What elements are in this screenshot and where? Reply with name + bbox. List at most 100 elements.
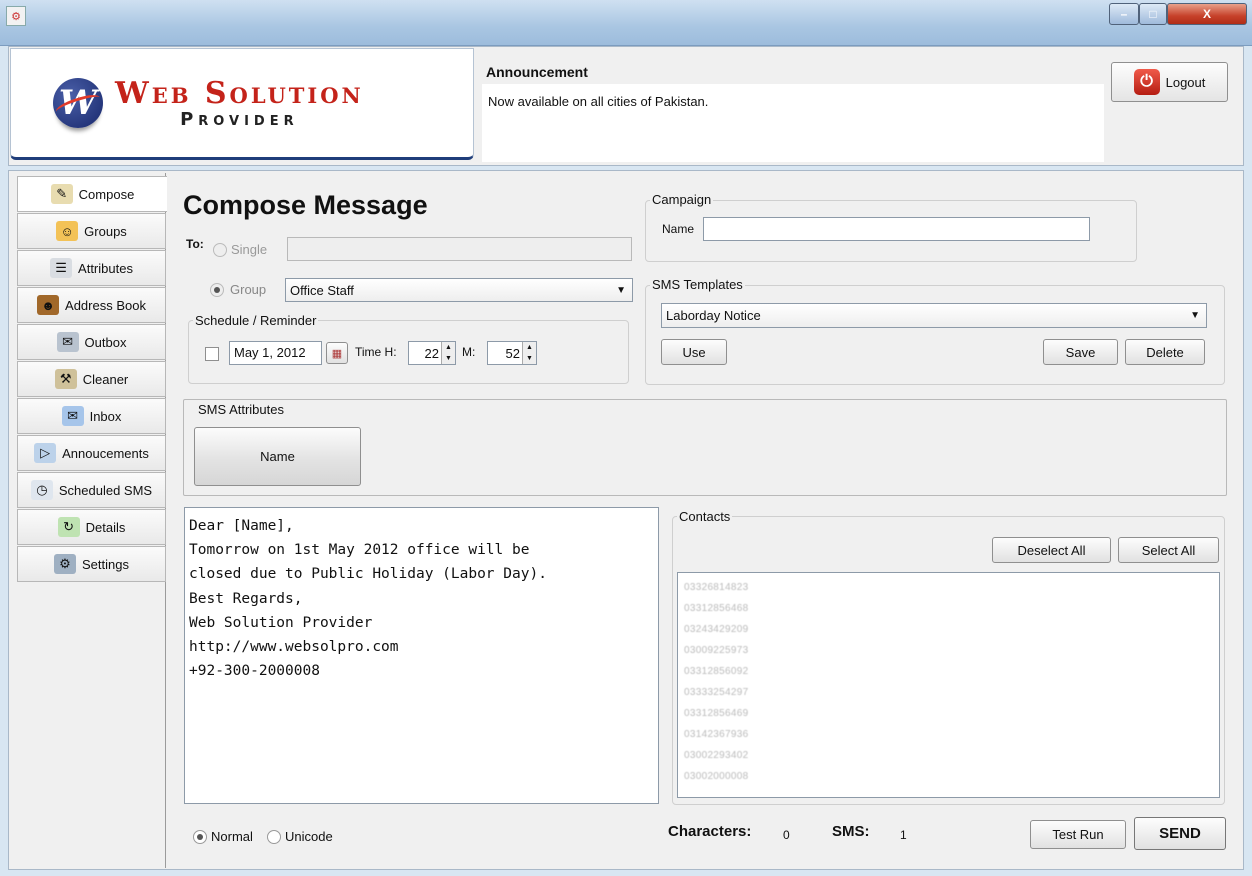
sidebar-item-groups[interactable]: ☺ Groups — [17, 213, 166, 249]
sidebar-item-label: Cleaner — [82, 371, 129, 387]
template-select[interactable]: Laborday Notice ▼ — [661, 303, 1207, 328]
save-template-button[interactable]: Save — [1043, 339, 1118, 365]
normal-label: Normal — [211, 829, 253, 844]
sidebar-item-address-book[interactable]: ☻ Address Book — [17, 287, 166, 323]
contact-item[interactable]: 03142367936 — [684, 724, 1213, 745]
close-button[interactable]: X — [1167, 3, 1247, 25]
sidebar-item-settings[interactable]: ⚙ Settings — [17, 546, 166, 582]
hour-value: 22 — [424, 345, 439, 361]
logout-button[interactable]: ⏻ Logout — [1111, 62, 1228, 102]
sidebar-item-label: Compose — [78, 186, 135, 202]
sidebar-item-outbox[interactable]: ✉ Outbox — [17, 324, 166, 360]
attributes-legend: SMS Attributes — [196, 402, 286, 417]
normal-radio[interactable]: Normal — [193, 829, 253, 844]
compose-icon: ✎ — [50, 184, 73, 204]
settings-icon: ⚙ — [54, 554, 76, 574]
hour-spinner[interactable]: 22 ▲ ▼ — [408, 341, 456, 365]
maximize-button[interactable]: □ — [1139, 3, 1167, 25]
app-icon[interactable]: ⚙ — [6, 6, 26, 26]
sidebar-item-label: Address Book — [65, 297, 146, 313]
minimize-button[interactable]: – — [1109, 3, 1139, 25]
company-logo: W Web Solution Provider — [10, 48, 474, 160]
unicode-label: Unicode — [285, 829, 333, 844]
cleaner-icon: ⚒ — [54, 369, 77, 389]
contacts-list[interactable]: 03326814823 03312856468 03243429209 0300922… — [677, 572, 1220, 798]
sidebar-item-label: Settings — [82, 556, 129, 572]
contacts-legend: Contacts — [677, 509, 733, 524]
sidebar-item-label: Scheduled SMS — [58, 482, 153, 498]
sidebar-item-details[interactable]: ↻ Details — [17, 509, 166, 545]
schedule-checkbox[interactable] — [205, 347, 219, 361]
spinner-arrows-icon[interactable]: ▲ ▼ — [441, 342, 455, 364]
sidebar-item-scheduled-sms[interactable]: ◷ Scheduled SMS — [17, 472, 166, 508]
sidebar-item-inbox[interactable]: ✉ Inbox — [17, 398, 166, 434]
sidebar-item-annoucements[interactable]: ▷ Annoucements — [17, 435, 166, 471]
contact-item[interactable]: 03009225973 — [684, 640, 1213, 661]
message-textarea[interactable]: Dear [Name], Tomorrow on 1st May 2012 of… — [184, 507, 659, 804]
delete-template-button[interactable]: Delete — [1125, 339, 1205, 365]
minute-value: 52 — [505, 345, 520, 361]
group-select-value: Office Staff — [290, 282, 354, 298]
power-icon: ⏻ — [1133, 69, 1160, 95]
logo-mark-icon: W — [53, 78, 103, 128]
normal-radio-circle — [193, 829, 207, 844]
logo-line-2: Provider — [180, 109, 299, 130]
name-attribute-button[interactable]: Name — [194, 427, 361, 486]
chevron-down-icon: ▼ — [616, 284, 626, 296]
schedule-date-input[interactable]: May 1, 2012 — [229, 341, 322, 365]
outbox-icon: ✉ — [56, 332, 79, 352]
time-hour-label: Time H: — [355, 345, 397, 359]
announcement-title: Announcement — [486, 64, 588, 80]
chevron-down-icon: ▼ — [1190, 310, 1200, 321]
sidebar-item-label: Annoucements — [62, 445, 149, 461]
single-recipient-input[interactable] — [287, 237, 632, 261]
clock-icon: ◷ — [30, 480, 53, 500]
single-radio[interactable]: Single — [213, 242, 267, 257]
templates-group — [645, 285, 1225, 385]
to-label: To: — [186, 237, 204, 251]
contact-item[interactable]: 03312856468 — [684, 598, 1213, 619]
group-radio-circle — [210, 282, 224, 297]
group-radio[interactable]: Group — [210, 282, 266, 297]
sidebar-item-attributes[interactable]: ☰ Attributes — [17, 250, 166, 286]
contact-item[interactable]: 03243429209 — [684, 619, 1213, 640]
details-icon: ↻ — [57, 517, 80, 537]
single-radio-circle — [213, 242, 227, 257]
announcement-text: Now available on all cities of Pakistan. — [488, 94, 709, 109]
contact-item[interactable]: 03312856092 — [684, 661, 1213, 682]
contact-item[interactable]: 03002293402 — [684, 745, 1213, 766]
sidebar-item-compose[interactable]: ✎ Compose — [17, 176, 167, 212]
window-titlebar[interactable] — [0, 0, 1252, 46]
time-minute-label: M: — [462, 345, 476, 359]
address-book-icon: ☻ — [37, 295, 60, 315]
sidebar-item-label: Outbox — [84, 334, 127, 350]
sidebar-item-cleaner[interactable]: ⚒ Cleaner — [17, 361, 166, 397]
unicode-radio[interactable]: Unicode — [267, 829, 333, 844]
announcements-icon: ▷ — [34, 443, 57, 463]
deselect-all-button[interactable]: Deselect All — [992, 537, 1111, 563]
sms-count: 1 — [900, 828, 907, 842]
attributes-icon: ☰ — [50, 258, 73, 278]
sms-label: SMS: — [832, 823, 870, 840]
sidebar: ✎ Compose ☺ Groups ☰ Attributes ☻ Address Book ✉… — [17, 173, 167, 868]
contact-item[interactable]: 03002000008 — [684, 766, 1213, 787]
schedule-legend: Schedule / Reminder — [193, 313, 319, 328]
sidebar-item-label: Attributes — [78, 260, 133, 276]
use-template-button[interactable]: Use — [661, 339, 727, 365]
contact-item[interactable]: 03333254297 — [684, 682, 1213, 703]
group-select[interactable]: Office Staff ▼ — [285, 278, 633, 302]
characters-label: Characters: — [668, 823, 752, 840]
contact-item[interactable]: 03326814823 — [684, 577, 1213, 598]
campaign-name-input[interactable] — [703, 217, 1090, 241]
minute-spinner[interactable]: 52 ▲ ▼ — [487, 341, 537, 365]
test-run-button[interactable]: Test Run — [1030, 820, 1126, 849]
campaign-name-label: Name — [662, 222, 695, 236]
calendar-icon[interactable]: ▦ — [326, 342, 348, 364]
select-all-button[interactable]: Select All — [1118, 537, 1219, 563]
spinner-arrows-icon[interactable]: ▲ ▼ — [522, 342, 536, 364]
sidebar-item-label: Details — [85, 519, 126, 535]
contact-item[interactable]: 03312856469 — [684, 703, 1213, 724]
logout-label: Logout — [1165, 74, 1206, 90]
groups-icon: ☺ — [56, 221, 79, 241]
send-button[interactable]: SEND — [1134, 817, 1226, 850]
